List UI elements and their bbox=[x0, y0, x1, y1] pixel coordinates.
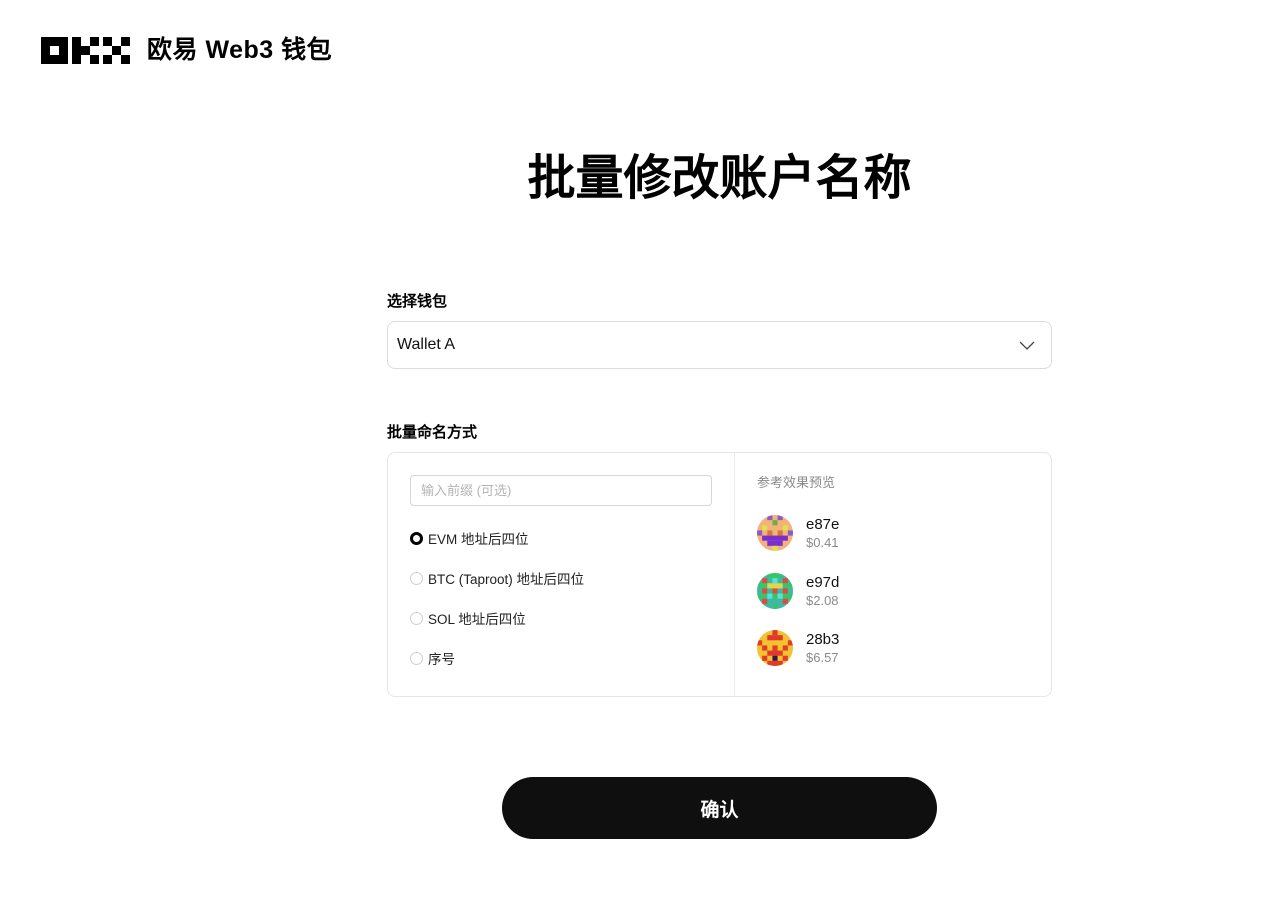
preview-title: 参考效果预览 bbox=[757, 475, 836, 490]
option-label: 序号 bbox=[428, 652, 455, 667]
preview-account: e97d $2.08 bbox=[757, 573, 839, 609]
option-label: EVM 地址后四位 bbox=[428, 532, 529, 547]
naming-section-label: 批量命名方式 bbox=[387, 424, 478, 441]
wallet-section-label: 选择钱包 bbox=[387, 293, 448, 310]
preview-account-text: e87e $0.41 bbox=[806, 516, 839, 551]
option-label: BTC (Taproot) 地址后四位 bbox=[428, 572, 585, 587]
preview-account: e87e $0.41 bbox=[757, 515, 839, 551]
account-name: e87e bbox=[806, 515, 840, 533]
naming-card: EVM 地址后四位 BTC (Taproot) 地址后四位 SOL 地址后四位 … bbox=[387, 452, 1052, 697]
option-evm[interactable]: EVM 地址后四位 bbox=[410, 528, 529, 548]
radio-sequence[interactable] bbox=[410, 651, 423, 665]
account-balance: $6.57 bbox=[806, 649, 839, 665]
pixel-avatar-icon bbox=[757, 515, 793, 551]
option-sequence[interactable]: 序号 bbox=[410, 648, 455, 668]
preview-account-text: e97d $2.08 bbox=[806, 574, 839, 609]
account-balance: $2.08 bbox=[806, 592, 839, 608]
preview-account: 28b3 $6.57 bbox=[757, 630, 839, 666]
prefix-input[interactable] bbox=[410, 475, 712, 506]
chevron-down-icon bbox=[1019, 341, 1035, 350]
okx-logo-icon[interactable] bbox=[41, 36, 130, 64]
page-title: 批量修改账户名称 bbox=[527, 152, 912, 205]
pixel-avatar-icon bbox=[757, 630, 793, 666]
pixel-avatar-icon bbox=[757, 573, 793, 609]
radio-sol[interactable] bbox=[410, 611, 423, 625]
account-name: e97d bbox=[806, 573, 840, 591]
wallet-select[interactable]: Wallet A bbox=[387, 321, 1052, 369]
header: 欧易 Web3 钱包 bbox=[41, 36, 332, 64]
brand-name: 欧易 Web3 钱包 bbox=[147, 36, 333, 64]
option-sol[interactable]: SOL 地址后四位 bbox=[410, 608, 526, 628]
option-btc-taproot[interactable]: BTC (Taproot) 地址后四位 bbox=[410, 568, 584, 588]
account-balance: $0.41 bbox=[806, 534, 839, 550]
column-divider bbox=[734, 453, 735, 696]
confirm-button[interactable]: 确认 bbox=[502, 777, 937, 839]
account-name: 28b3 bbox=[806, 630, 840, 648]
radio-evm[interactable] bbox=[410, 531, 423, 545]
option-label: SOL 地址后四位 bbox=[428, 612, 526, 627]
wallet-selected-value: Wallet A bbox=[397, 336, 456, 353]
preview-account-text: 28b3 $6.57 bbox=[806, 631, 839, 666]
radio-btc-taproot[interactable] bbox=[410, 571, 423, 585]
